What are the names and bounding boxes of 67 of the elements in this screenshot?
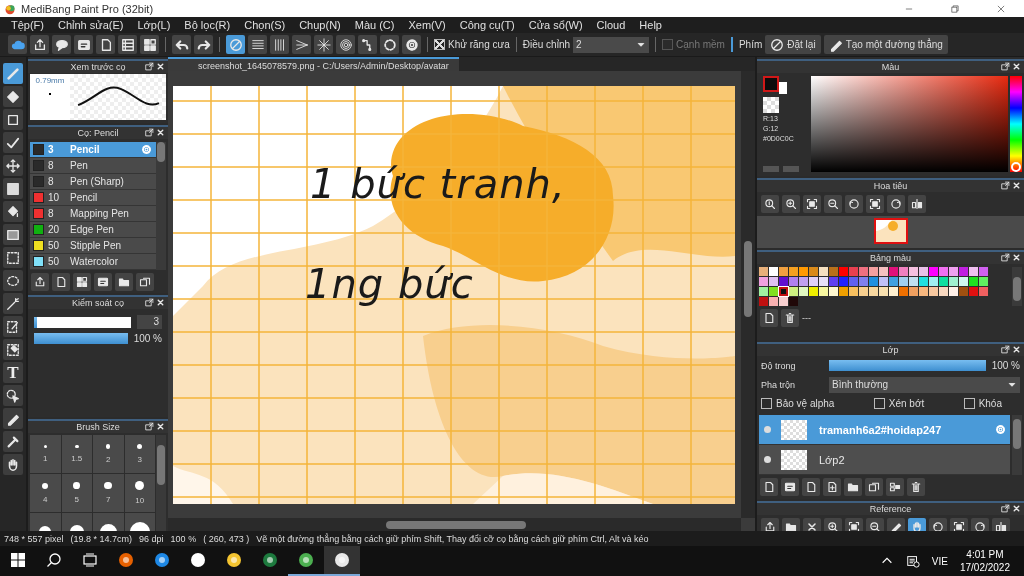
checkbox-label: Xén bớt (888, 398, 925, 409)
image-size-text: 748 * 557 pixel (4, 533, 64, 544)
panel-title: Bảng màu (870, 253, 911, 263)
panel-title: Xem trước cọ (70, 62, 126, 72)
brush-size-cell[interactable]: 3 (124, 435, 155, 473)
brush-size-cell[interactable]: 4 (30, 474, 61, 512)
document-tab[interactable]: screenshot_1645078579.png - C:/Users/Admin/Desktop/avatar (168, 57, 459, 71)
brush-item[interactable]: 8 Pen (30, 158, 156, 174)
menu-item[interactable]: Công cụ(T) (452, 19, 522, 31)
menu-item[interactable]: Bộ lọc(R) (177, 19, 238, 31)
menu-item[interactable]: Help (632, 19, 669, 31)
physical-size-text: (19.8 * 14.7cm) (70, 533, 133, 544)
panel-title: Lớp (882, 345, 899, 355)
brush-size-cell[interactable]: 2 (93, 435, 124, 473)
zoom-text: 100 % (170, 533, 197, 544)
opacity-value: 100 % (133, 333, 162, 344)
panel-title: Brush Size (76, 422, 120, 432)
soft-edge-label: Cạnh mềm (676, 39, 725, 50)
correction-dropdown[interactable]: 2 (573, 36, 650, 53)
blend-label: Pha trộn (761, 379, 797, 390)
brush-item[interactable]: 10 Pencil (30, 190, 156, 206)
menu-item[interactable]: Màu (C) (347, 19, 402, 31)
brush-size-value[interactable]: 3 (137, 315, 162, 329)
panel-title: Màu (881, 62, 900, 72)
menu-item[interactable]: Xem(V) (401, 19, 453, 31)
keys-label: Phím (738, 39, 763, 50)
brush-size-cell[interactable]: 10 (124, 474, 155, 512)
menu-item[interactable]: Tệp(F) (4, 19, 51, 31)
tool-button[interactable]: T (3, 362, 23, 383)
brush-size-text: 0.79mm (35, 76, 65, 85)
language-indicator[interactable]: VIE (931, 555, 948, 567)
brush-size-cell[interactable]: 1.5 (61, 435, 92, 473)
menu-item[interactable]: Lớp(L) (130, 19, 178, 31)
hint-text: Vẽ một đường thẳng bằng cách giữ phím Shift, Thay đổi cỡ cọ bằng cách giữ phím Ctrl, Alt và kéo (256, 533, 649, 544)
layer-item[interactable]: Lớp2 (759, 445, 1010, 475)
straight-line-button[interactable]: Tạo một đường thẳng (823, 35, 948, 54)
brush-item[interactable]: 50 Watercolor (30, 254, 156, 270)
layer-opacity-value: 100 % (991, 360, 1020, 371)
menu-item[interactable]: Cloud (589, 19, 633, 31)
menu-item[interactable]: Chỉnh sửa(E) (51, 19, 131, 31)
menu-item[interactable]: Chụp(N) (292, 19, 348, 31)
menu-item[interactable]: Chọn(S) (237, 19, 293, 31)
clock[interactable]: 4:01 PM 17/02/2022 (959, 548, 1010, 574)
brush-item[interactable]: 20 Edge Pen (30, 222, 156, 238)
brush-size-cell[interactable]: 1 (30, 435, 61, 473)
menu-item[interactable]: Cửa sổ(W) (521, 19, 590, 31)
panel-title: Kiểm soát cọ (72, 298, 124, 308)
checkbox-label: Khóa (978, 398, 1002, 409)
checkbox-label: Bảo vệ alpha (776, 398, 835, 409)
antialias-label: Khử răng cưa (448, 39, 510, 50)
brush-item[interactable]: 8 Pen (Sharp) (30, 174, 156, 190)
correction-label: Điều chỉnh (522, 39, 571, 50)
brush-size-cell[interactable]: 7 (93, 474, 124, 512)
brush-item[interactable]: 50 Stipple Pen (30, 238, 156, 254)
resolution-text: 96 dpi (139, 533, 164, 544)
palette-name: --- (802, 313, 811, 323)
reset-button[interactable]: Đặt lại (765, 35, 821, 54)
panel-title: Hoa tiêu (873, 181, 908, 191)
blend-mode-dropdown[interactable]: Bình thường (829, 376, 1020, 393)
panel-title: Reference (869, 504, 912, 514)
window-title: MediBang Paint Pro (32bit) (21, 2, 154, 15)
panel-title: Cọ: Pencil (77, 128, 119, 138)
brush-item[interactable]: 8 Mapping Pen (30, 206, 156, 222)
brush-size-cell[interactable]: 5 (61, 474, 92, 512)
handwritten-text: 1ng bức (305, 264, 474, 304)
opacity-label: Độ trong (761, 360, 797, 371)
cursor-position-text: ( 260, 473 ) (203, 533, 250, 544)
